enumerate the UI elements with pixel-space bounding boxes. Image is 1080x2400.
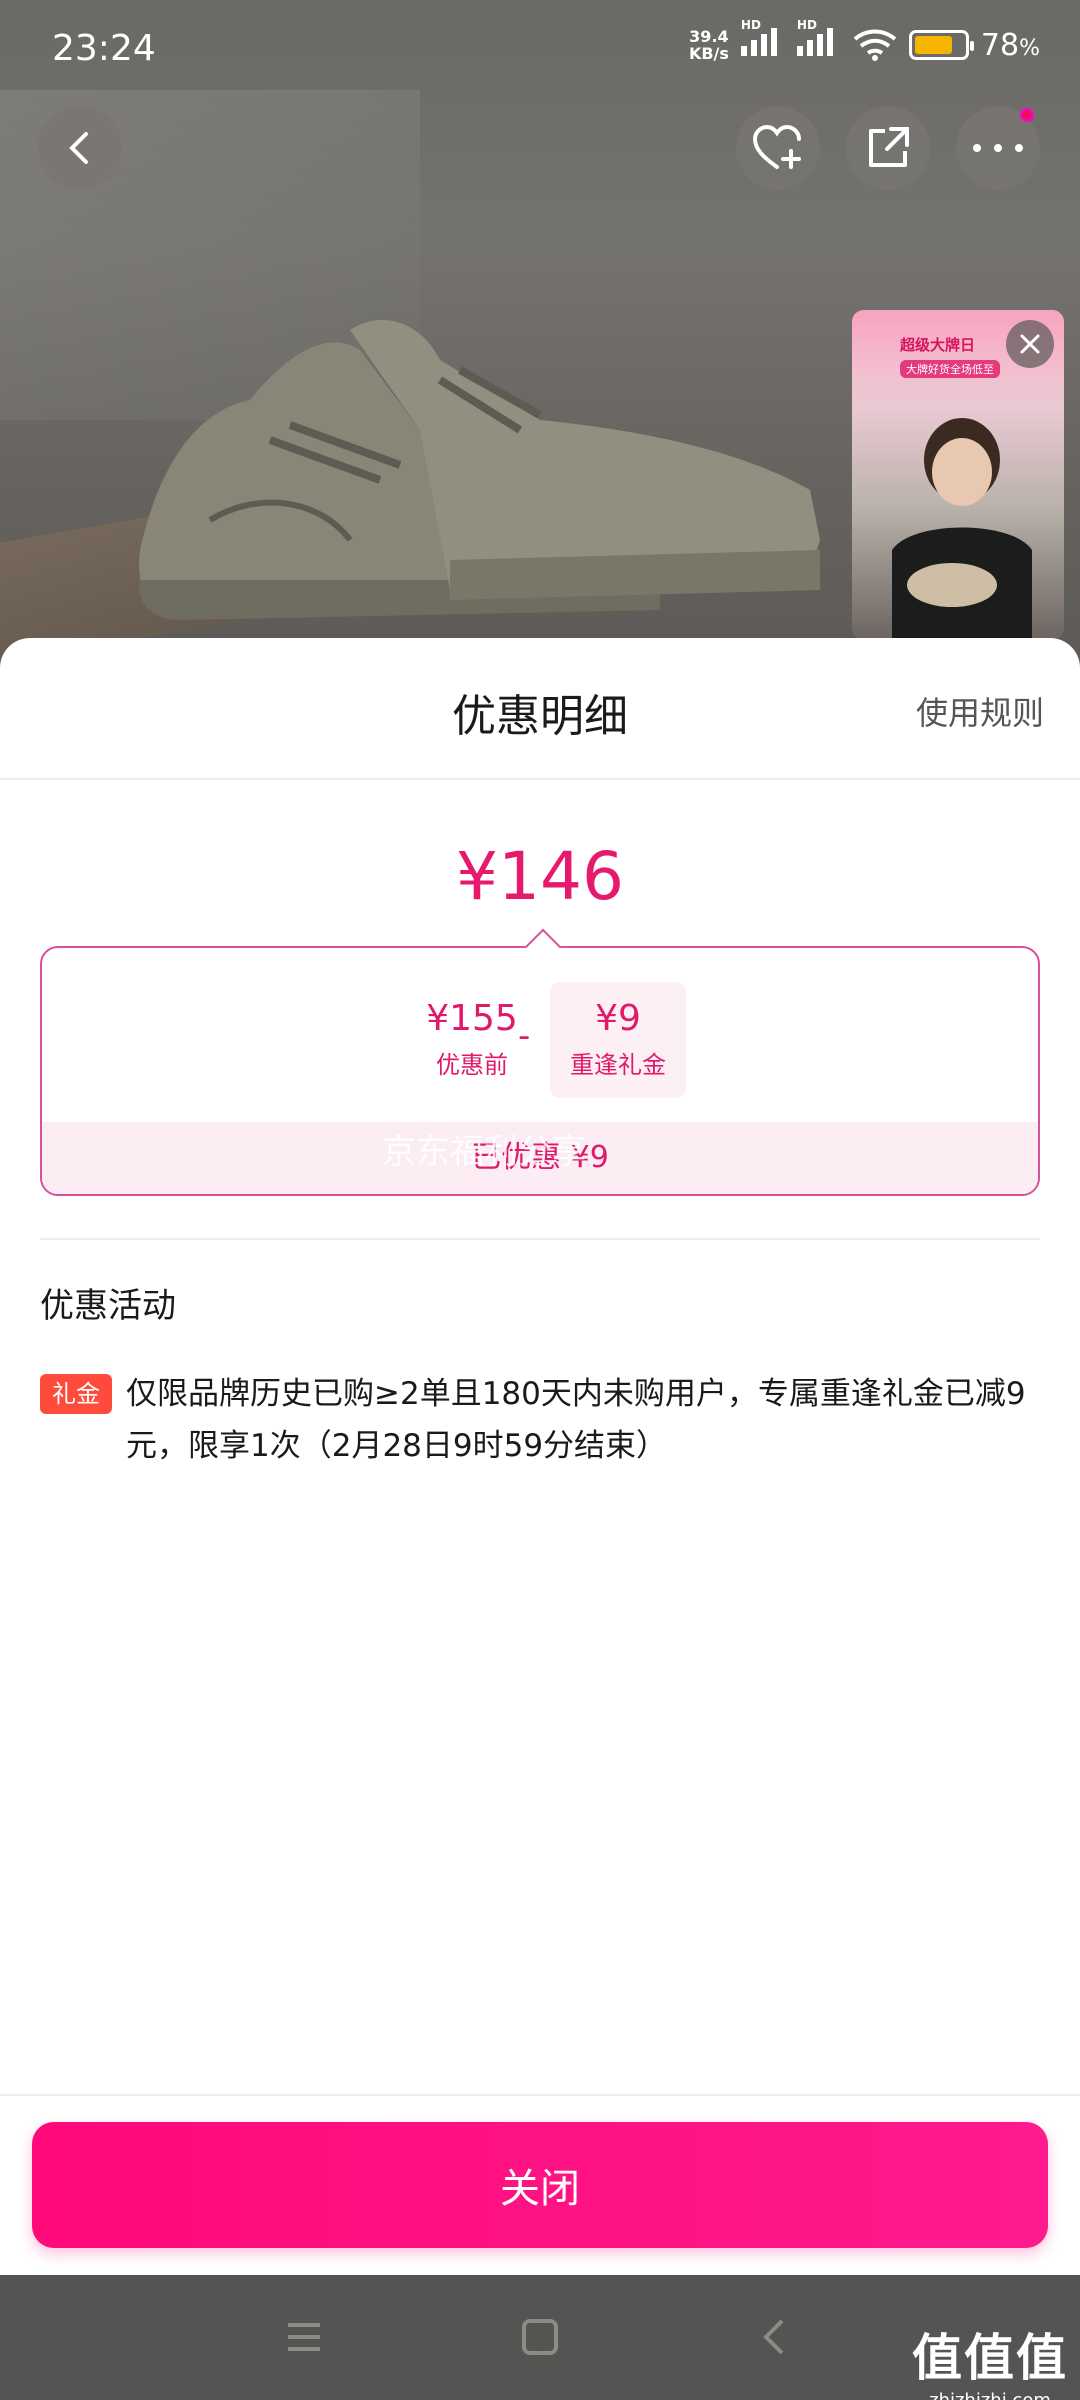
favorite-button[interactable] [736,106,820,190]
discount-value: ¥9 [595,998,641,1039]
promo-section-title: 优惠活动 [40,1286,176,1326]
share-icon [869,127,909,167]
chevron-left-icon [69,132,88,164]
section-divider [40,1238,1040,1240]
menu-icon[interactable] [284,2317,324,2357]
watermark-logo: 值值值 [912,2329,1068,2387]
signal-icon-1: HD [740,18,785,64]
minus-sign: - [518,1016,531,1056]
watermark-text: 京东福利分享 [382,1132,586,1172]
close-button[interactable]: 关闭 [32,2122,1048,2248]
close-icon [1020,334,1040,354]
wifi-icon [853,29,897,61]
status-time: 23:24 [52,28,156,69]
watermark-site: zhizhizhi.com [912,2390,1068,2400]
shoe-illustration [139,320,820,620]
back-nav-icon[interactable] [756,2317,796,2357]
promo-tag: 礼金 [40,1374,112,1414]
streamer-image [892,418,1032,640]
live-banner-title: 超级大牌日 [900,336,976,354]
live-banner-subtitle: 大牌好货全场低至 [900,360,1000,378]
header-divider [0,778,1080,780]
share-button[interactable] [846,106,930,190]
notification-dot [1020,108,1034,122]
status-bar: 23:24 39.4 KB/s HD HD 78% [0,0,1080,100]
live-card-close-button[interactable] [1006,320,1054,368]
site-watermark: 值值值 zhizhizhi.com [912,2318,1068,2400]
final-price: ¥146 [456,838,624,915]
more-button[interactable] [956,106,1040,190]
battery-icon [908,30,974,60]
live-stream-card[interactable]: 超级大牌日 大牌好货全场低至 [852,310,1064,640]
discount-label: 重逢礼金 [570,1051,666,1079]
discount-block: ¥9 重逢礼金 [550,982,686,1098]
promo-description: 仅限品牌历史已购≥2单且180天内未购用户，专属重逢礼金已减9元，限享1次（2月… [126,1376,1026,1464]
signal-icon-2: HD [796,18,841,64]
network-speed: 39.4 KB/s [688,27,729,63]
back-button[interactable] [38,106,122,190]
status-icons: 39.4 KB/s HD HD 78% [688,18,1040,64]
home-icon[interactable] [520,2317,560,2357]
heart-plus-icon [753,125,801,169]
discount-detail-sheet: 优惠明细 使用规则 ¥146 ¥155 优惠前 - ¥9 重逢礼金 已优惠 ¥9… [0,638,1080,2275]
more-dots-icon [973,144,1023,152]
battery-percent: 78% [980,27,1040,63]
footer-divider [0,2094,1080,2096]
price-calculation-box: ¥155 优惠前 - ¥9 重逢礼金 已优惠 ¥9 京东福利分享 [40,946,1040,1196]
usage-rules-link[interactable]: 使用规则 [916,688,1044,734]
